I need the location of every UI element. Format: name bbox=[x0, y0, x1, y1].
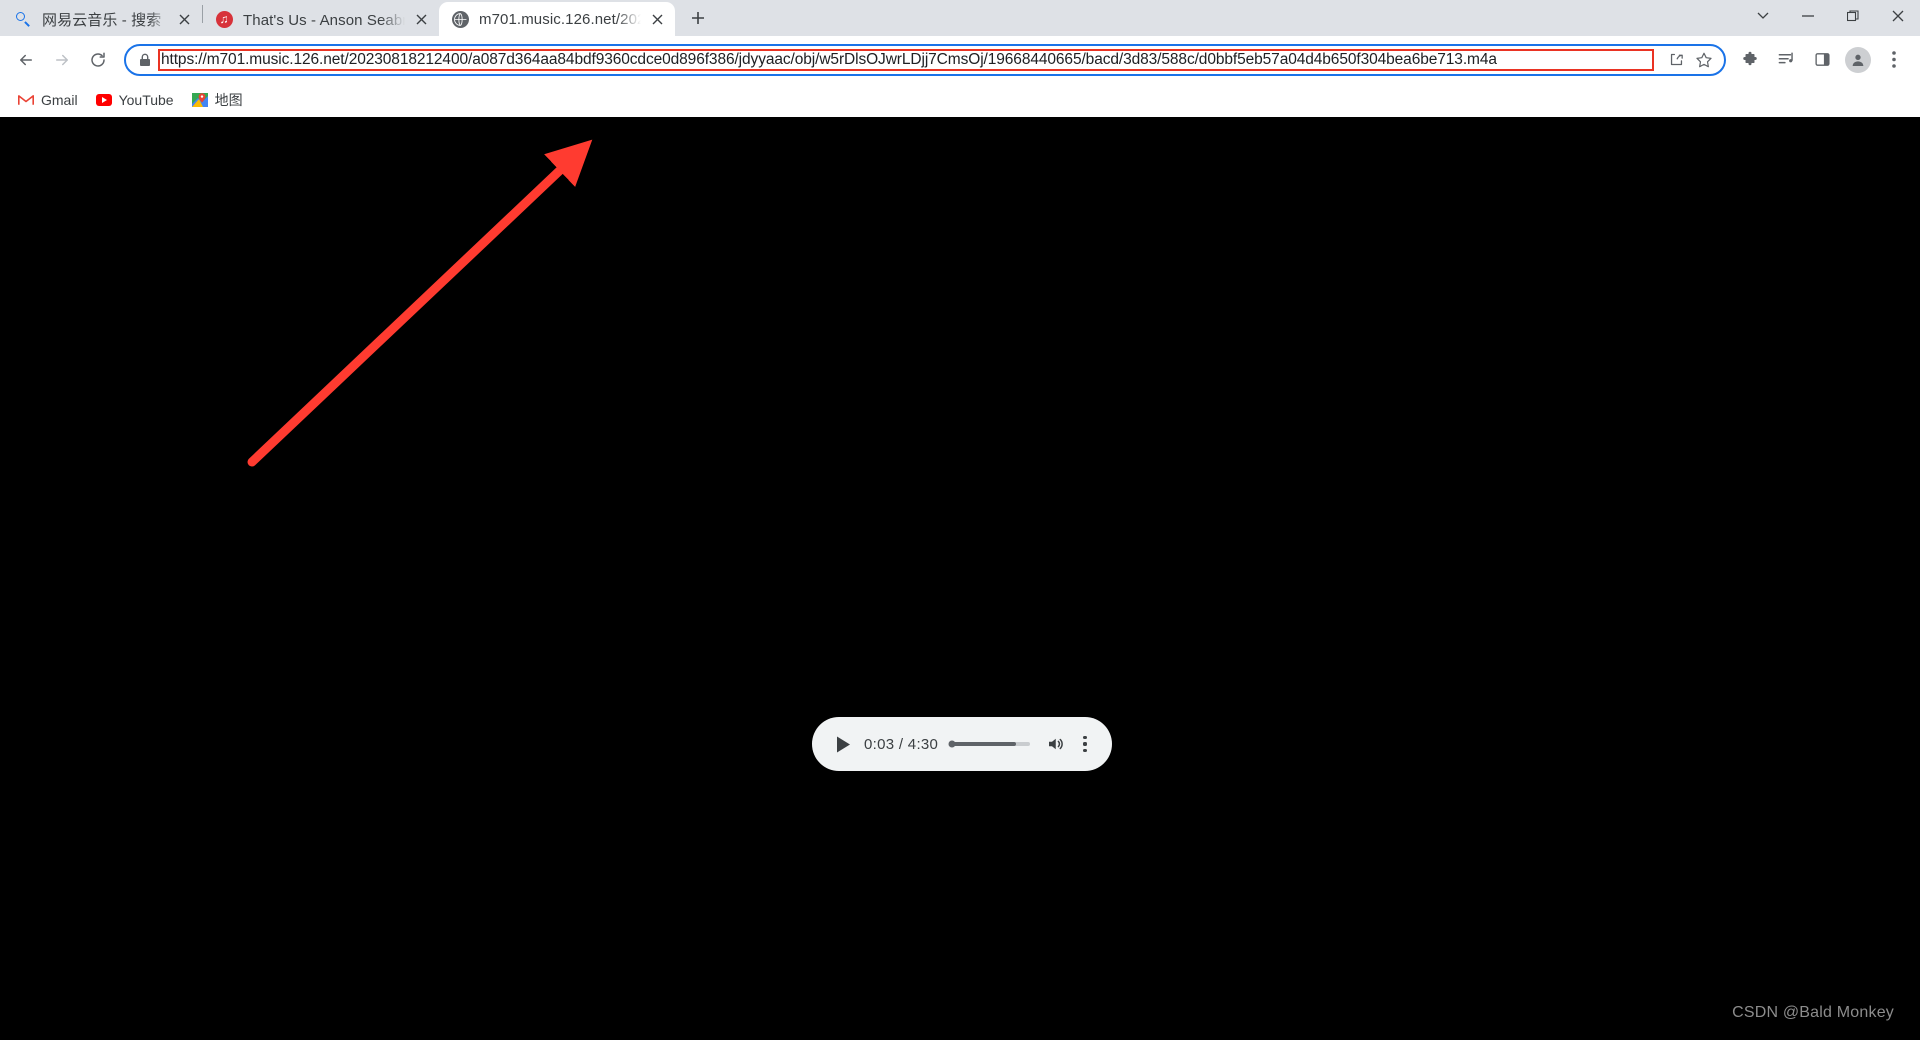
netease-music-icon: ♫ bbox=[215, 10, 233, 28]
omnibox-actions bbox=[1654, 46, 1718, 74]
url-selection-highlight: https://m701.music.126.net/2023081821240… bbox=[158, 48, 1654, 71]
tab-1[interactable]: ♫ That's Us - Anson Seabra - 单曲 bbox=[203, 2, 439, 36]
bookmark-label: 地图 bbox=[214, 91, 243, 108]
new-tab-button[interactable] bbox=[681, 1, 715, 35]
volume-icon[interactable] bbox=[1042, 731, 1068, 757]
page-viewport: 0:03 / 4:30 CSDN @Bald Monkey bbox=[0, 117, 1920, 1040]
share-icon[interactable] bbox=[1662, 46, 1690, 74]
maximize-button[interactable] bbox=[1830, 0, 1875, 32]
audio-overflow-menu-icon[interactable] bbox=[1074, 731, 1096, 757]
bookmark-label: Gmail bbox=[41, 91, 78, 108]
close-button[interactable] bbox=[1875, 0, 1920, 32]
bookmark-gmail[interactable]: Gmail bbox=[10, 88, 86, 112]
tab-close-button[interactable] bbox=[174, 9, 194, 29]
bookmark-star-icon[interactable] bbox=[1690, 46, 1718, 74]
lock-icon[interactable] bbox=[138, 53, 152, 67]
bookmarks-bar: Gmail YouTube 地图 bbox=[0, 83, 1920, 117]
tab-title: 网易云音乐 - 搜索 bbox=[42, 11, 162, 29]
bookmark-label: YouTube bbox=[118, 91, 174, 108]
reload-icon[interactable] bbox=[82, 44, 114, 76]
profile-avatar[interactable] bbox=[1842, 44, 1874, 76]
search-icon bbox=[14, 10, 32, 28]
tab-title: m701.music.126.net/20230818 bbox=[479, 10, 641, 28]
side-panel-icon[interactable] bbox=[1806, 44, 1838, 76]
gmail-icon bbox=[18, 92, 34, 108]
minimize-button[interactable] bbox=[1785, 0, 1830, 32]
tab-close-button[interactable] bbox=[647, 9, 667, 29]
chrome-menu-icon[interactable] bbox=[1878, 44, 1910, 76]
maps-icon bbox=[191, 92, 208, 108]
browser-toolbar: https://m701.music.126.net/2023081821240… bbox=[0, 36, 1920, 83]
annotation-arrow bbox=[247, 139, 593, 467]
bookmark-maps[interactable]: 地图 bbox=[184, 86, 251, 114]
youtube-icon bbox=[95, 92, 112, 108]
time-display: 0:03 / 4:30 bbox=[864, 735, 939, 753]
window-controls bbox=[1740, 0, 1920, 36]
audio-player[interactable]: 0:03 / 4:30 bbox=[812, 717, 1112, 771]
watermark: CSDN @Bald Monkey bbox=[1732, 1004, 1894, 1021]
extensions-icon[interactable] bbox=[1734, 44, 1766, 76]
forward-icon[interactable] bbox=[46, 44, 78, 76]
browser-window: 网易云音乐 - 搜索 ♫ That's Us - Anson Seabra - … bbox=[0, 0, 1920, 1040]
tab-close-button[interactable] bbox=[411, 9, 431, 29]
globe-icon bbox=[451, 10, 469, 28]
seek-slider[interactable] bbox=[948, 734, 1030, 754]
seek-track-fill bbox=[952, 742, 1016, 746]
back-icon[interactable] bbox=[10, 44, 42, 76]
tab-search-button[interactable] bbox=[1740, 0, 1785, 32]
omnibox[interactable]: https://m701.music.126.net/2023081821240… bbox=[124, 43, 1726, 76]
tab-strip: 网易云音乐 - 搜索 ♫ That's Us - Anson Seabra - … bbox=[0, 0, 1920, 36]
media-control-icon[interactable] bbox=[1770, 44, 1802, 76]
tab-2[interactable]: m701.music.126.net/20230818 bbox=[439, 2, 675, 36]
tab-0[interactable]: 网易云音乐 - 搜索 bbox=[2, 2, 202, 36]
play-button[interactable] bbox=[828, 729, 858, 759]
tab-title: That's Us - Anson Seabra - 单曲 bbox=[243, 11, 405, 29]
seek-thumb[interactable] bbox=[948, 740, 956, 748]
url-input[interactable]: https://m701.music.126.net/2023081821240… bbox=[161, 51, 1497, 69]
bookmark-youtube[interactable]: YouTube bbox=[88, 88, 182, 112]
